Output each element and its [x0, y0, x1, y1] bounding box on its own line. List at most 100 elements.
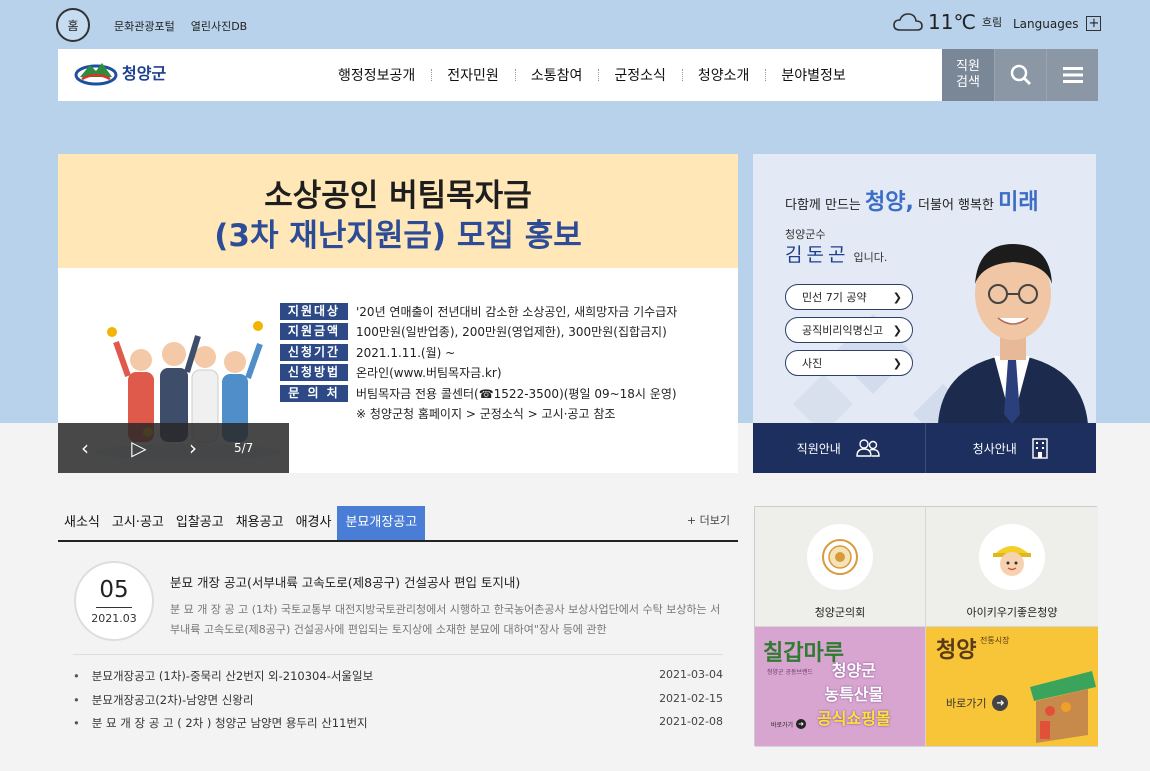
info-tag: 신청기간: [280, 343, 348, 361]
tab-notices[interactable]: 고시·공고: [106, 506, 170, 540]
council-emblem-icon: [807, 524, 873, 590]
weather-temp: 11℃: [928, 10, 976, 34]
list-item[interactable]: • 분묘개장공고 (1차)-중묵리 산2번지 외-210304-서울일보 2021…: [73, 668, 723, 692]
util-link-photo-db[interactable]: 열린사진DB: [191, 18, 248, 34]
banner-title-line1: 소상공인 버팀목자금: [264, 178, 532, 214]
list-item-date: 2021-02-15: [659, 691, 723, 705]
shop-line: 청양군: [831, 661, 876, 680]
info-value: 100만원(일반업종), 200만원(영업제한), 300만원(집합금지): [356, 325, 667, 340]
info-row: 신청방법 온라인(www.버팀목자금.kr): [280, 363, 677, 384]
tab-grave-relocation[interactable]: 분묘개장공고: [337, 506, 426, 540]
divider: [73, 654, 723, 655]
tab-news[interactable]: 새소식: [58, 506, 106, 540]
governor-name: 김돈곤: [785, 244, 850, 266]
weather-widget: 11℃ 흐림: [892, 10, 1002, 34]
featured-title[interactable]: 분묘 개장 공고(서부내륙 고속도로(제8공구) 건설공사 편입 토지내): [170, 572, 520, 591]
staff-guide-button[interactable]: 직원안내: [753, 423, 925, 473]
market-brand-sub: 전통시장: [980, 636, 1010, 645]
info-value: '20년 연매출이 전년대비 감소한 소상공인, 새희망자금 기수급자: [356, 304, 678, 319]
pledge-link[interactable]: 민선 7기 공약 ❯: [785, 284, 913, 310]
tab-recruit[interactable]: 채용공고: [230, 506, 290, 540]
search-button[interactable]: [994, 49, 1046, 101]
date-year-month: 2021.03: [91, 612, 137, 625]
all-menu-button[interactable]: [1046, 49, 1098, 101]
info-tag: 신청방법: [280, 364, 348, 382]
featured-summary: 분 묘 개 장 공 고 (1차) 국토교통부 대전지방국토관리청에서 시행하고 …: [170, 603, 721, 636]
global-menu: 행정정보공개 전자민원 소통참여 군정소식 청양소개 분야별정보: [322, 49, 862, 101]
info-tag: 지원금액: [280, 323, 348, 341]
nav-buttons: 직원 검색: [942, 49, 1098, 101]
list-item-date: 2021-03-04: [659, 668, 723, 681]
site-logo[interactable]: 청양군: [74, 57, 166, 87]
banner-title-line2: (3차 재난지원금) 모집 홍보: [214, 218, 582, 254]
tab-bids[interactable]: 입찰공고: [170, 506, 230, 540]
date-day: 05: [96, 577, 132, 608]
info-note: ※ 청양군청 홈페이지 > 군정소식 > 고시·공고 참조: [356, 406, 616, 421]
governor-name-suffix: 입니다.: [853, 251, 888, 264]
market-go-button[interactable]: 바로가기 ➜: [946, 695, 1009, 711]
search-icon: [1010, 64, 1031, 85]
list-item[interactable]: • 분 묘 개 장 공 고 ( 2차 ) 청양군 남양면 용두리 산11번지 20…: [73, 715, 723, 739]
list-item-title: 분묘개장공고(2차)-남양면 신왕리: [91, 692, 254, 707]
governor-bottom-tabs: 직원안내 청사안내: [753, 423, 1096, 473]
main-visual-banner[interactable]: 소상공인 버팀목자금 (3차 재난지원금) 모집 홍보 지원대상 '20년 연매…: [58, 154, 738, 473]
featured-notice[interactable]: 05 2021.03 분묘 개장 공고(서부내륙 고속도로(제8공구) 건설공사…: [58, 560, 738, 655]
next-arrow-icon[interactable]: ›: [166, 436, 220, 460]
list-item-title: 분묘개장공고 (1차)-중묵리 산2번지 외-210304-서울일보: [91, 669, 374, 683]
menu-participation[interactable]: 소통참여: [514, 65, 599, 85]
menu-about[interactable]: 청양소개: [681, 65, 766, 85]
more-link[interactable]: + 더보기: [687, 512, 730, 528]
info-value: 온라인(www.버팀목자금.kr): [356, 366, 502, 381]
building-guide-button[interactable]: 청사안내: [924, 423, 1096, 473]
gov-link-label: 사진: [802, 357, 823, 370]
shop-go-button[interactable]: 바로가기 ➜: [771, 719, 807, 729]
gov-tab-label: 직원안내: [796, 441, 841, 456]
play-icon[interactable]: ▷: [112, 436, 166, 460]
notice-list: • 분묘개장공고 (1차)-중묵리 산2번지 외-210304-서울일보 2021…: [73, 668, 723, 739]
hamburger-icon: [1062, 67, 1083, 83]
info-row: 신청기간 2021.1.11.(월) ~: [280, 342, 677, 363]
photo-link[interactable]: 사진 ❯: [785, 350, 913, 376]
menu-info-disclosure[interactable]: 행정정보공개: [322, 65, 431, 85]
weather-desc: 흐림: [981, 16, 1003, 29]
child-friendly-link[interactable]: 아이키우기좋은청양: [926, 507, 1098, 627]
governor-slogan: 다함께 만드는 청양, 더불어 행복한 미래: [785, 184, 1039, 216]
county-council-link[interactable]: 청양군의회: [755, 507, 926, 627]
governor-box: 다함께 만드는 청양, 더불어 행복한 미래 청양군수 김돈곤 입니다. 민선 7…: [753, 154, 1096, 473]
arrow-right-icon: ➜: [992, 695, 1009, 711]
home-button[interactable]: 홈: [56, 8, 90, 42]
chevron-right-icon: ❯: [892, 290, 902, 304]
slogan-highlight: 청양,: [865, 190, 914, 215]
util-link-culture-portal[interactable]: 문화관광포털: [114, 18, 175, 34]
kid-character-icon: [979, 524, 1045, 590]
traditional-market-link[interactable]: 청양 전통시장 바로가기 ➜: [926, 627, 1098, 747]
list-item[interactable]: • 분묘개장공고(2차)-남양면 신왕리 2021-02-15: [73, 692, 723, 716]
banner-controls: ‹ ▷ › 5/7: [58, 423, 289, 473]
banner-page-indicator: 5/7: [234, 441, 254, 455]
info-row: 지원금액 100만원(일반업종), 200만원(영업제한), 300만원(집합금…: [280, 322, 677, 343]
go-label: 바로가기: [946, 697, 987, 710]
info-tag: 문 의 처: [280, 384, 348, 402]
farm-shop-link[interactable]: 칠갑마루 청양군 공동브랜드 청양군 농특산물 공식쇼핑몰 바로가기 ➜: [755, 627, 926, 747]
gov-link-label: 민선 7기 공약: [802, 291, 867, 304]
go-label: 바로가기: [771, 721, 794, 729]
list-item-title: 분 묘 개 장 공 고 ( 2차 ) 청양군 남양면 용두리 산11번지: [91, 716, 368, 730]
staff-search-button[interactable]: 직원 검색: [942, 49, 994, 101]
notice-tabs: 새소식 고시·공고 입찰공고 채용공고 애경사 분묘개장공고 + 더보기: [58, 506, 738, 542]
languages-button[interactable]: Languages +: [1013, 16, 1102, 31]
slogan-highlight: 미래: [998, 190, 1039, 215]
governor-name-line: 김돈곤 입니다.: [785, 240, 887, 267]
market-stall-illustration: [1030, 671, 1096, 743]
menu-county-news[interactable]: 군정소식: [598, 65, 682, 85]
tab-events[interactable]: 애경사: [290, 506, 338, 540]
prev-arrow-icon[interactable]: ‹: [58, 436, 112, 460]
governor-portrait: [938, 244, 1088, 424]
menu-field-info[interactable]: 분야별정보: [765, 65, 861, 85]
cloud-icon: [893, 13, 923, 31]
corruption-report-link[interactable]: 공직비리익명신고 ❯: [785, 317, 913, 343]
main-nav: 청양군 행정정보공개 전자민원 소통참여 군정소식 청양소개 분야별정보 직원 …: [58, 49, 1098, 101]
chevron-right-icon: ❯: [892, 323, 902, 337]
shop-line: 농특산물: [824, 685, 884, 704]
menu-civil-service[interactable]: 전자민원: [431, 65, 515, 85]
quick-label: 아이키우기좋은청양: [966, 606, 1058, 619]
